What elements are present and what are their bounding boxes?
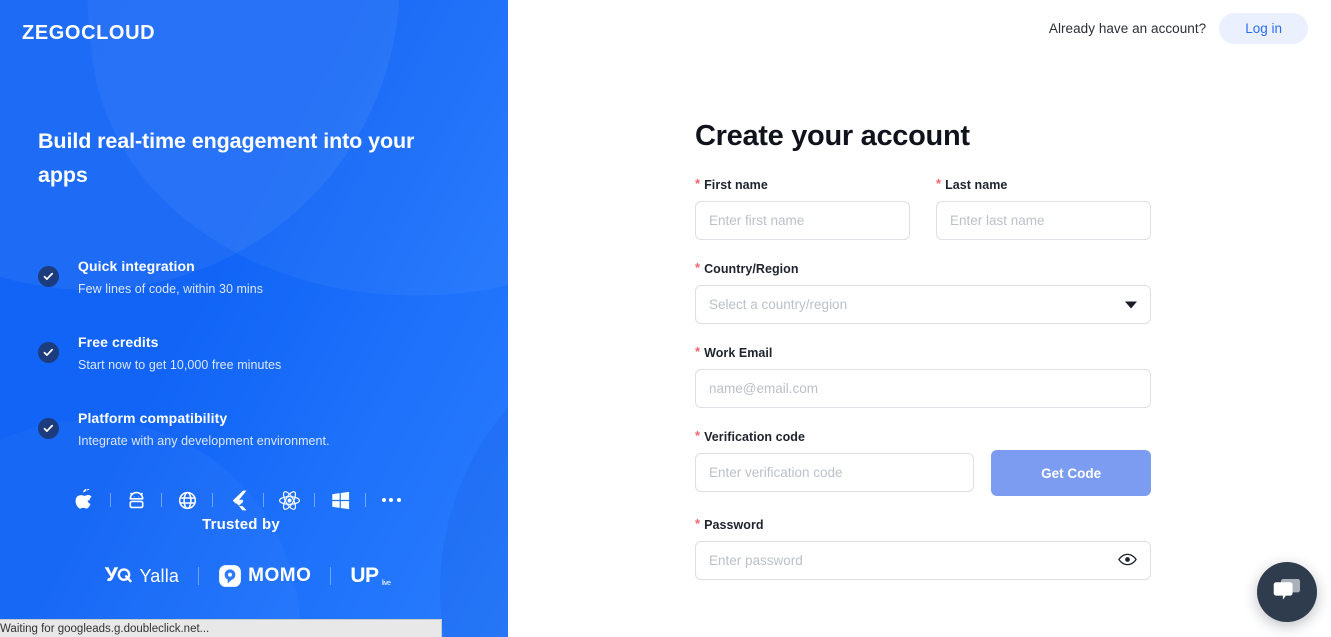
react-icon xyxy=(276,487,302,513)
password-label-text: Password xyxy=(704,518,764,532)
check-circle-icon xyxy=(38,342,59,363)
divider xyxy=(263,493,264,507)
verification-code-input-wrap xyxy=(695,453,975,492)
divider xyxy=(110,493,111,507)
work-email-label: * Work Email xyxy=(695,344,1151,360)
password-input[interactable] xyxy=(695,541,1151,580)
feature-list: Quick integration Few lines of code, wit… xyxy=(38,254,468,452)
page-headline: Build real-time engagement into your app… xyxy=(38,129,415,187)
country-select[interactable] xyxy=(695,285,1151,324)
flutter-icon xyxy=(225,487,251,513)
logo-text: ZEGOCLOUD xyxy=(22,22,155,44)
password-field-group: * Password xyxy=(695,516,1151,580)
verification-code-input[interactable] xyxy=(695,453,975,492)
verification-code-label: * Verification code xyxy=(695,428,1151,444)
divider xyxy=(365,493,366,507)
yalla-text: Yalla xyxy=(139,565,180,586)
country-label-text: Country/Region xyxy=(704,262,799,276)
uplive-text: UP xyxy=(350,564,379,587)
required-marker: * xyxy=(695,516,701,531)
zegocloud-logo[interactable]: ZEGOCLOUD xyxy=(22,22,155,44)
first-name-label: * First name xyxy=(695,176,910,192)
first-name-label-text: First name xyxy=(704,178,768,192)
platform-icon-row xyxy=(72,487,404,513)
eye-icon xyxy=(1118,552,1137,569)
android-icon xyxy=(123,487,149,513)
feature-desc: Integrate with any development environme… xyxy=(78,434,330,448)
divider xyxy=(314,493,315,507)
momo-text: MOMO xyxy=(248,565,312,586)
feature-title: Free credits xyxy=(78,334,159,350)
divider xyxy=(198,567,200,585)
uplive-subtext: live xyxy=(382,580,391,587)
marketing-panel: ZEGOCLOUD Build real-time engagement int… xyxy=(0,0,508,637)
country-select-shell[interactable] xyxy=(695,285,1151,324)
name-row: * First name * Last name xyxy=(695,156,1151,240)
trusted-by-label: Trusted by xyxy=(202,516,280,533)
more-dots-icon[interactable] xyxy=(378,487,404,513)
topbar: Already have an account? Log in xyxy=(1049,13,1308,44)
last-name-field-group: * Last name xyxy=(936,176,1151,240)
divider xyxy=(330,567,332,585)
trusted-logo-row: Yalla MOMO UP live xyxy=(0,564,482,588)
first-name-field-group: * First name xyxy=(695,176,910,240)
last-name-label: * Last name xyxy=(936,176,1151,192)
divider xyxy=(161,493,162,507)
log-in-button[interactable]: Log in xyxy=(1219,13,1308,44)
feature-item: Free credits Start now to get 10,000 fre… xyxy=(38,330,468,376)
check-circle-icon xyxy=(38,266,59,287)
feature-desc: Start now to get 10,000 free minutes xyxy=(78,358,282,372)
chat-widget-button[interactable] xyxy=(1257,562,1317,622)
verification-code-field-group: * Verification code Get Code xyxy=(695,428,1151,496)
required-marker: * xyxy=(695,260,701,275)
status-bar-text: Waiting for googleads.g.doubleclick.net.… xyxy=(0,622,210,635)
required-marker: * xyxy=(695,176,701,191)
password-input-shell xyxy=(695,541,1151,580)
windows-icon xyxy=(327,487,353,513)
work-email-input[interactable] xyxy=(695,369,1151,408)
apple-icon xyxy=(72,487,98,513)
first-name-input[interactable] xyxy=(695,201,910,240)
country-label: * Country/Region xyxy=(695,260,1151,276)
required-marker: * xyxy=(936,176,942,191)
toggle-password-visibility-button[interactable] xyxy=(1116,550,1139,571)
work-email-label-text: Work Email xyxy=(704,346,773,360)
feature-item: Platform compatibility Integrate with an… xyxy=(38,406,468,452)
password-label: * Password xyxy=(695,516,1151,532)
feature-title: Quick integration xyxy=(78,258,195,274)
check-circle-icon xyxy=(38,418,59,439)
chat-bubbles-icon xyxy=(1272,577,1302,608)
required-marker: * xyxy=(695,344,701,359)
signup-page: ZEGOCLOUD Build real-time engagement int… xyxy=(0,0,1331,637)
globe-icon xyxy=(174,487,200,513)
logo-wordmark: ZEGOCLOUD xyxy=(22,22,156,44)
verification-code-label-text: Verification code xyxy=(704,430,805,444)
signup-form: Create your account * First name * Last … xyxy=(695,116,1151,580)
last-name-label-text: Last name xyxy=(945,178,1008,192)
get-code-button[interactable]: Get Code xyxy=(991,450,1151,496)
feature-title: Platform compatibility xyxy=(78,410,228,426)
verification-code-row: Get Code xyxy=(695,450,1151,496)
feature-desc: Few lines of code, within 30 mins xyxy=(78,282,264,296)
work-email-field-group: * Work Email xyxy=(695,344,1151,408)
country-field-group: * Country/Region xyxy=(695,260,1151,324)
page-title: Create your account xyxy=(695,120,970,152)
required-marker: * xyxy=(695,428,701,443)
browser-status-bar: Waiting for googleads.g.doubleclick.net.… xyxy=(0,619,442,637)
last-name-input[interactable] xyxy=(936,201,1151,240)
feature-item: Quick integration Few lines of code, wit… xyxy=(38,254,468,300)
already-have-account-text: Already have an account? xyxy=(1048,21,1207,36)
momo-logo: MOMO xyxy=(218,564,311,588)
divider xyxy=(212,493,213,507)
yalla-logo: Yalla xyxy=(103,564,179,588)
uplive-logo: UP live xyxy=(350,564,391,588)
